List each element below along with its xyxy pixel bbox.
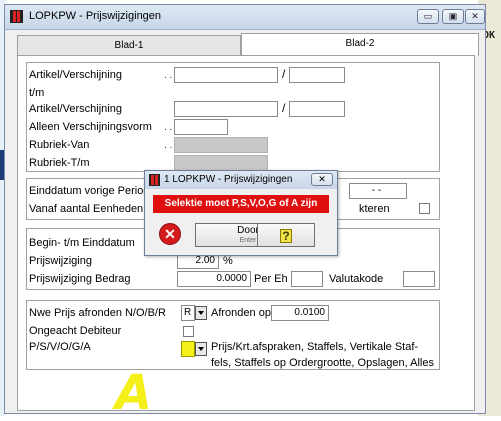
per-eh-field[interactable] [291, 271, 323, 287]
verschijning-from-field[interactable] [289, 67, 345, 83]
rubriek-tm-label: Rubriek-T/m [29, 157, 90, 169]
rubriek-van-label: Rubriek-Van [29, 139, 90, 151]
artikel-from-field[interactable] [174, 67, 278, 83]
psvoga-desc-line1: Prijs/Krt.afspraken, Staffels, Vertikale… [211, 341, 419, 353]
partial-checkbox[interactable] [419, 203, 430, 214]
begin-einddatum-label: Begin- t/m Einddatum [29, 237, 135, 249]
psvoga-desc-line2: fels, Staffels op Ordergrootte, Opslagen… [211, 357, 434, 369]
help-button[interactable]: ? [257, 223, 315, 247]
prijswijziging-label: Prijswijziging [29, 255, 92, 267]
einddatum-field[interactable]: - - [349, 183, 407, 199]
nwe-prijs-label: Nwe Prijs afronden N/O/B/R [29, 307, 166, 319]
rubriek-van-dots: . . [164, 140, 173, 151]
dialog-close-button[interactable]: ✕ [311, 173, 333, 186]
dialog-title-bar: 1 LOPKPW - Prijswijzigingen ✕ [145, 171, 337, 189]
close-button[interactable]: ✕ [465, 9, 485, 24]
einddatum-label: Einddatum vorige Periode [29, 185, 156, 197]
per-eh-label: Per Eh [254, 273, 288, 285]
afronden-label: Afronden op [211, 307, 271, 319]
artikel-to-label: Artikel/Verschijning [29, 103, 122, 115]
error-message: Selektie moet P,S,V,O,G of A zijn [153, 195, 329, 213]
psvoga-dropdown-icon[interactable] [195, 342, 207, 356]
artikel-dots: . . [164, 70, 173, 81]
selection-group: Artikel/Verschijning . . / t/m Artikel/V… [26, 62, 440, 172]
ongeacht-checkbox[interactable] [183, 326, 194, 337]
app-icon [10, 10, 23, 23]
valutakode-field[interactable] [403, 271, 435, 287]
nwe-prijs-field[interactable]: R [181, 305, 195, 321]
partial-label: kteren [359, 203, 390, 215]
rounding-group: Nwe Prijs afronden N/O/B/R R Afronden op… [26, 300, 440, 370]
nwe-prijs-dropdown-icon[interactable] [195, 306, 207, 320]
alleen-label: Alleen Verschijningsvorm [29, 121, 152, 133]
tab-bar: Blad-1 Blad-2 [17, 33, 479, 56]
dialog-app-icon [149, 174, 160, 186]
psvoga-label: P/S/V/O/G/A [29, 341, 91, 353]
dialog-title: 1 LOPKPW - Prijswijzigingen [164, 174, 293, 185]
alleen-dots: . . [164, 122, 173, 133]
psvoga-field[interactable] [181, 341, 195, 357]
maximize-button[interactable]: ▣ [442, 9, 464, 24]
verschijning-to-field[interactable] [289, 101, 345, 117]
help-icon: ? [280, 229, 292, 243]
percent-label: % [223, 255, 233, 267]
error-icon: ✕ [159, 223, 181, 245]
artikel-to-field[interactable] [174, 101, 278, 117]
tab-blad-2[interactable]: Blad-2 [241, 33, 479, 56]
rubriek-van-field [174, 137, 268, 153]
bedrag-label: Prijswijziging Bedrag [29, 273, 131, 285]
vanaf-label: Vanaf aantal Eenheden [29, 203, 144, 215]
tab-blad-1[interactable]: Blad-1 [17, 35, 241, 55]
verschijningsvorm-field[interactable] [174, 119, 228, 135]
afronden-field[interactable]: 0.0100 [271, 305, 329, 321]
annotation-letter: A [115, 365, 153, 421]
ongeacht-label: Ongeacht Debiteur [29, 325, 122, 337]
rubriek-tm-field [174, 155, 268, 171]
title-bar: LOPKPW - Prijswijzigingen ▭ ▣ ✕ [5, 5, 485, 30]
artikel-slash: / [282, 67, 286, 81]
minimize-button[interactable]: ▭ [417, 9, 439, 24]
bedrag-field[interactable]: 0.0000 [177, 271, 251, 287]
artikel-label: Artikel/Verschijning [29, 69, 122, 81]
window-title: LOPKPW - Prijswijzigingen [29, 10, 162, 22]
error-dialog: 1 LOPKPW - Prijswijzigingen ✕ Selektie m… [144, 170, 338, 256]
valutakode-label: Valutakode [329, 273, 384, 285]
artikel-to-slash: / [282, 101, 286, 115]
tm-label: t/m [29, 87, 45, 99]
